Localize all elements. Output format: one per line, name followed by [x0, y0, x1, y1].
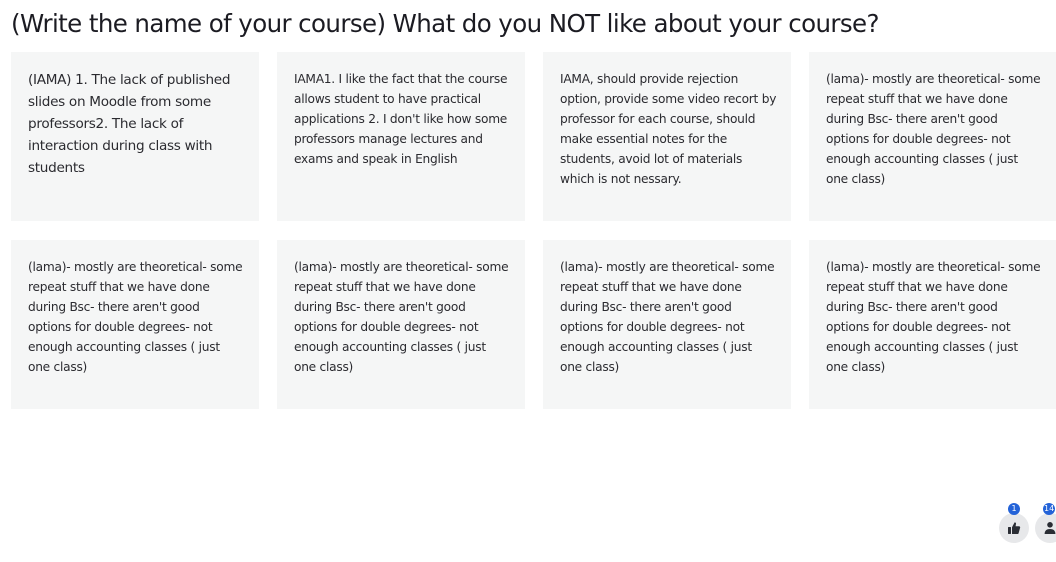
- response-text: (lama)- mostly are theoretical- some rep…: [294, 260, 509, 374]
- response-text: (lama)- mostly are theoretical- some rep…: [560, 260, 775, 374]
- response-card: (lama)- mostly are theoretical- some rep…: [543, 240, 791, 409]
- like-button[interactable]: [999, 513, 1029, 543]
- response-card: (lama)- mostly are theoretical- some rep…: [809, 240, 1056, 409]
- response-text: (lama)- mostly are theoretical- some rep…: [826, 260, 1041, 374]
- response-card: (lama)- mostly are theoretical- some rep…: [809, 52, 1056, 221]
- response-card: IAMA1. I like the fact that the course a…: [277, 52, 525, 221]
- question-title: (Write the name of your course) What do …: [11, 9, 880, 38]
- response-card: IAMA, should provide rejection option, p…: [543, 52, 791, 221]
- response-text: IAMA1. I like the fact that the course a…: [294, 72, 508, 166]
- response-card: (lama)- mostly are theoretical- some rep…: [277, 240, 525, 409]
- response-text: (lama)- mostly are theoretical- some rep…: [826, 72, 1041, 186]
- person-icon: [1044, 522, 1056, 534]
- response-card: (lama)- mostly are theoretical- some rep…: [11, 240, 259, 409]
- response-text: (IAMA) 1. The lack of published slides o…: [28, 72, 231, 176]
- thumbs-up-icon: [1008, 522, 1021, 534]
- response-card: (IAMA) 1. The lack of published slides o…: [11, 52, 259, 221]
- participants-button[interactable]: [1035, 513, 1056, 543]
- like-count-badge: 1: [1008, 503, 1020, 515]
- response-text: (lama)- mostly are theoretical- some rep…: [28, 260, 243, 374]
- response-text: IAMA, should provide rejection option, p…: [560, 72, 777, 186]
